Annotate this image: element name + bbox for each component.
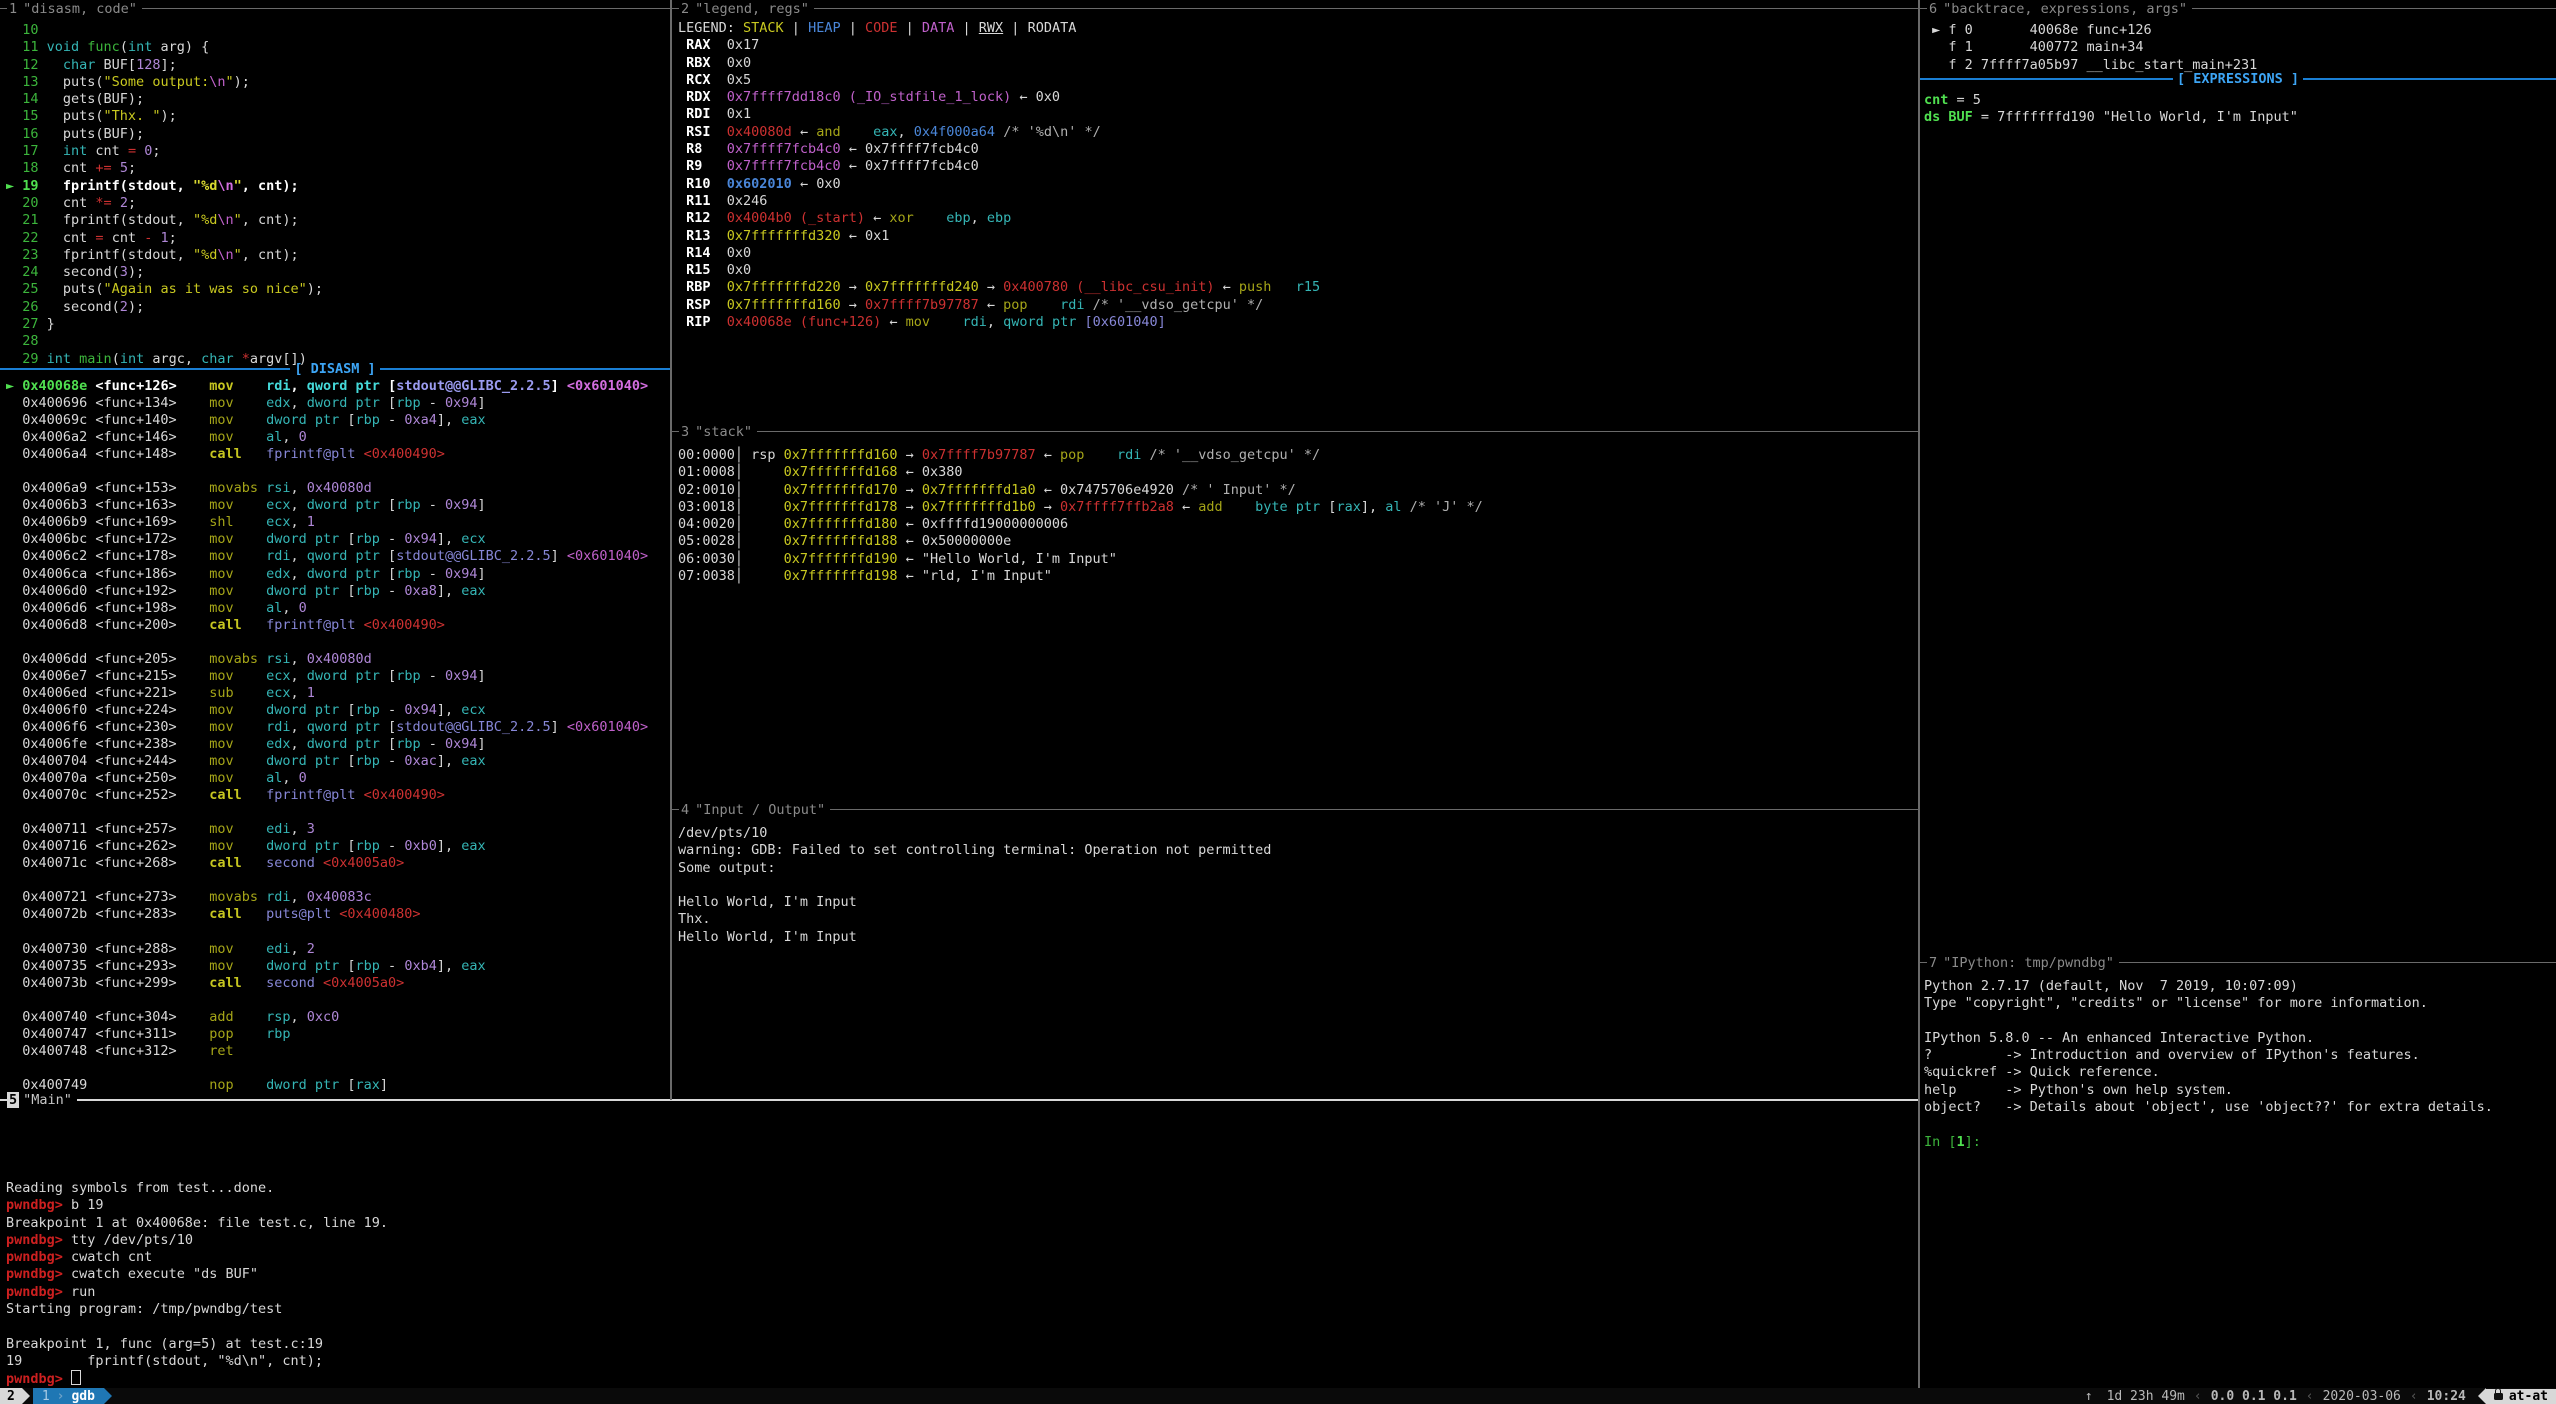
source-code-lines[interactable]: 10 11 void func(int arg) { 12 char BUF[1…	[6, 22, 666, 368]
pane-title-text: "Main"	[23, 1092, 72, 1108]
pane-number: 1	[7, 1, 19, 17]
expressions-section-label: [ EXPRESSIONS ]	[2177, 71, 2299, 87]
window-name: gdb	[71, 1389, 94, 1404]
separator-icon: ‹	[2306, 1389, 2314, 1404]
registers-lines[interactable]: LEGEND: STACK | HEAP | CODE | DATA | RWX…	[678, 20, 1916, 331]
hostname-text: at-at	[2509, 1389, 2548, 1404]
pane-title-regs: 2 "legend, regs"	[672, 0, 1918, 17]
pane-title-stack: 3 "stack"	[672, 423, 1918, 440]
chevron-icon: ›	[57, 1389, 65, 1404]
pane-title-text: "Input / Output"	[695, 802, 825, 818]
pane-title-text: "disasm, code"	[23, 1, 137, 17]
tmux-status-bar: 2 1 › gdb ↑ 1d 23h 49m ‹ 0.0 0.1 0.1 ‹ 2…	[0, 1388, 2556, 1404]
powerline-arrow-icon	[22, 1388, 30, 1404]
pane-number: 7	[1927, 955, 1939, 971]
uptime-arrow-icon: ↑	[2085, 1389, 2093, 1404]
disasm-section-header: [ DISASM ]	[0, 360, 670, 377]
hostname-badge: at-at	[2486, 1389, 2556, 1404]
pane-number: 5	[7, 1092, 19, 1108]
session-name-badge[interactable]: 2	[0, 1388, 22, 1404]
io-lines[interactable]: /dev/pts/10warning: GDB: Failed to set c…	[678, 825, 1916, 946]
time-value: 10:24	[2427, 1389, 2466, 1404]
window-tab-gdb[interactable]: 1 › gdb	[33, 1388, 104, 1404]
disasm-section-label: [ DISASM ]	[294, 361, 375, 377]
load-average: 0.0 0.1 0.1	[2211, 1389, 2297, 1404]
uptime-value: 1d 23h 49m	[2107, 1389, 2185, 1404]
gdb-console-lines[interactable]: Reading symbols from test...done.pwndbg>…	[6, 1180, 1906, 1388]
pane-title-io: 4 "Input / Output"	[672, 801, 1918, 818]
disasm-lines[interactable]: ► 0x40068e <func+126> mov rdi, qword ptr…	[6, 378, 666, 1094]
pane-title-source: 1 "disasm, code"	[0, 0, 670, 17]
powerline-arrow-icon	[2478, 1388, 2486, 1404]
pane-title-ipython: 7 "IPython: tmp/pwndbg"	[1920, 954, 2556, 971]
pane-title-console: 5 "Main"	[0, 1091, 1918, 1108]
tmux-pwndbg-screen: { "colors": { "background": "#000000", "…	[0, 0, 2556, 1404]
separator-icon: ‹	[2194, 1389, 2202, 1404]
pane-number: 6	[1927, 1, 1939, 17]
pane-title-text: "backtrace, expressions, args"	[1943, 1, 2187, 17]
backtrace-lines[interactable]: ► f 0 40068e func+126 f 1 400772 main+34…	[1924, 22, 2552, 74]
stack-lines[interactable]: 00:0000│ rsp 0x7fffffffd160 → 0x7ffff7b9…	[678, 447, 1916, 585]
powerline-arrow-icon	[104, 1388, 112, 1404]
vertical-split-left[interactable]	[670, 0, 672, 1100]
pane-title-text: "stack"	[695, 424, 752, 440]
vertical-split-right[interactable]	[1918, 0, 1920, 1388]
pane-title-backtrace: 6 "backtrace, expressions, args"	[1920, 0, 2556, 17]
lock-icon	[2494, 1393, 2503, 1400]
pane-title-text: "IPython: tmp/pwndbg"	[1943, 955, 2114, 971]
date-value: 2020-03-06	[2323, 1389, 2401, 1404]
pane-title-text: "legend, regs"	[695, 1, 809, 17]
expressions-section-header: [ EXPRESSIONS ]	[1920, 70, 2556, 87]
pane-number: 3	[679, 424, 691, 440]
ipython-lines[interactable]: Python 2.7.17 (default, Nov 7 2019, 10:0…	[1924, 978, 2552, 1151]
expressions-lines[interactable]: cnt = 5ds BUF = 7fffffffd190 "Hello Worl…	[1924, 92, 2552, 127]
window-index: 1	[42, 1389, 50, 1404]
pane-number: 2	[679, 1, 691, 17]
pane-number: 4	[679, 802, 691, 818]
separator-icon: ‹	[2410, 1389, 2418, 1404]
